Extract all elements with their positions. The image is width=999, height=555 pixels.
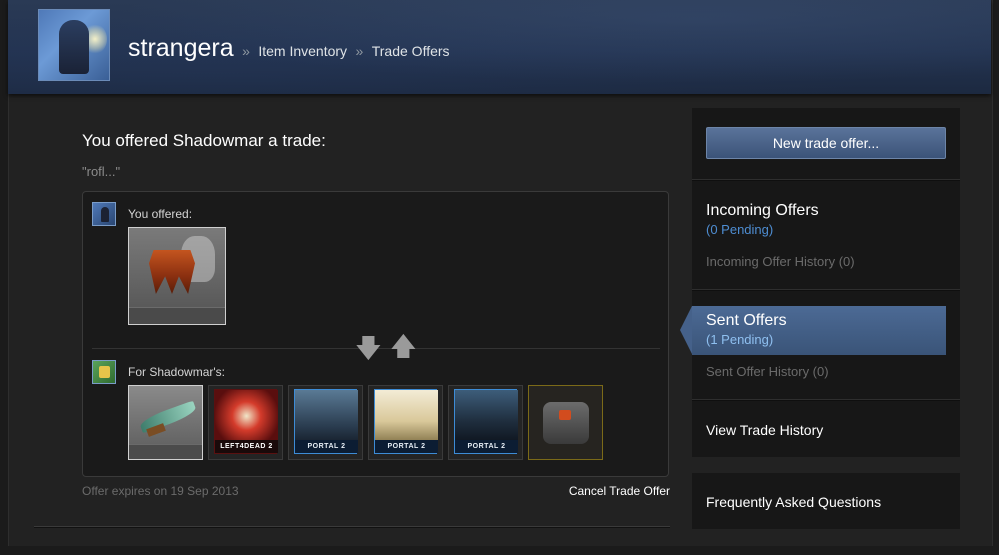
arrow-down-icon: 🡇: [355, 333, 382, 363]
incoming-offers-link[interactable]: Incoming Offers: [706, 202, 819, 220]
sent-pending-count[interactable]: (1 Pending): [706, 332, 773, 347]
incoming-pending-count[interactable]: (0 Pending): [706, 222, 773, 237]
sent-offers-link[interactable]: Sent Offers: [706, 312, 787, 330]
breadcrumb: strangera » Item Inventory » Trade Offer…: [128, 34, 450, 63]
sidebar: [692, 108, 960, 457]
cancel-trade-offer-link[interactable]: Cancel Trade Offer: [569, 484, 670, 498]
faq-link[interactable]: Frequently Asked Questions: [706, 494, 881, 510]
offer-message: "rofl...": [82, 164, 121, 179]
arrow-up-icon: 🡅: [390, 331, 417, 361]
page-title: You offered Shadowmar a trade:: [82, 131, 326, 150]
breadcrumb-separator: »: [355, 43, 364, 59]
received-item-card[interactable]: PORTAL 2: [288, 385, 363, 460]
avatar[interactable]: [38, 9, 110, 81]
sidebar-divider: [692, 399, 960, 401]
received-item-card[interactable]: PORTAL 2: [448, 385, 523, 460]
sidebar-divider: [692, 289, 960, 291]
incoming-history-link[interactable]: Incoming Offer History (0): [706, 254, 855, 269]
card-game-logo: PORTAL 2: [295, 440, 358, 453]
breadcrumb-item-inventory[interactable]: Item Inventory: [258, 43, 347, 59]
received-item-weapon[interactable]: [128, 385, 203, 460]
breadcrumb-trade-offers[interactable]: Trade Offers: [372, 43, 450, 59]
received-item-card[interactable]: PORTAL 2: [368, 385, 443, 460]
active-tab-pointer: [680, 306, 692, 354]
new-trade-offer-button[interactable]: New trade offer...: [706, 127, 946, 159]
card-game-logo: PORTAL 2: [375, 440, 438, 453]
partner-avatar-small[interactable]: [92, 360, 116, 384]
footer-divider: [34, 526, 670, 528]
my-avatar-small[interactable]: [92, 202, 116, 226]
sent-history-link[interactable]: Sent Offer History (0): [706, 364, 829, 379]
card-game-logo: LEFT4DEAD 2: [215, 440, 278, 453]
received-item-card[interactable]: LEFT4DEAD 2: [208, 385, 283, 460]
view-trade-history-link[interactable]: View Trade History: [706, 422, 823, 438]
offer-expiry: Offer expires on 19 Sep 2013: [82, 484, 239, 498]
offered-item[interactable]: [128, 227, 226, 325]
card-game-logo: PORTAL 2: [455, 440, 518, 453]
you-offered-label: You offered:: [128, 207, 193, 221]
received-item-crate[interactable]: [528, 385, 603, 460]
for-partner-label: For Shadowmar's:: [128, 365, 225, 379]
sidebar-divider: [692, 179, 960, 181]
username-link[interactable]: strangera: [128, 34, 234, 62]
breadcrumb-separator: »: [242, 43, 250, 59]
